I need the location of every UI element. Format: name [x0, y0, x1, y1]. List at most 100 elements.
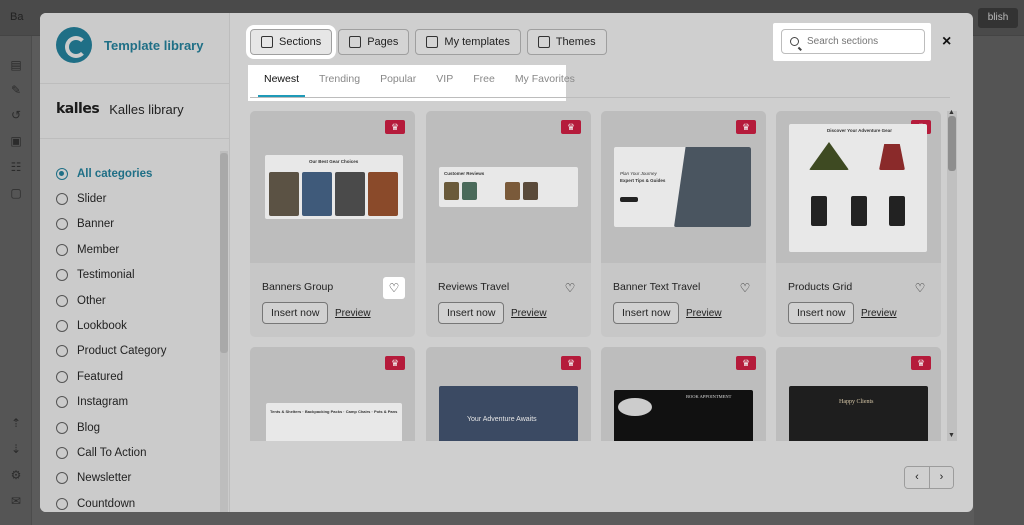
card-thumbnail[interactable]: Discover Your Adventure Gear	[776, 111, 941, 263]
preview-link[interactable]: Preview	[511, 308, 547, 319]
radio-button[interactable]	[56, 218, 68, 231]
tab-popular[interactable]: Popular	[370, 69, 426, 93]
category-item[interactable]: Member	[56, 237, 216, 262]
tab-newest[interactable]: Newest	[254, 69, 309, 97]
page-icon[interactable]: ▢	[9, 186, 23, 200]
brush-icon[interactable]: ✎	[9, 83, 23, 97]
background-sidebar: ▤ ✎ ↺ ▣ ☷ ▢ ⇡ ⇣ ⚙ ✉	[0, 36, 32, 525]
upload-icon[interactable]: ⇡	[9, 416, 23, 430]
category-item[interactable]: Newsletter	[56, 466, 216, 491]
thumbnail-title: Tents & Shelters · Backpacking Packs · C…	[270, 409, 398, 414]
tab-my-favorites[interactable]: My Favorites	[505, 69, 585, 93]
template-card: Plan Your Journey Expert Tips & Guides B…	[601, 111, 766, 337]
favorite-heart-icon[interactable]: ♡	[559, 277, 581, 299]
category-item[interactable]: Blog	[56, 415, 216, 440]
category-item[interactable]: Featured	[56, 364, 216, 389]
radio-button[interactable]	[56, 345, 68, 358]
previous-page-button[interactable]: ‹	[905, 467, 929, 488]
insert-now-button[interactable]: Insert now	[262, 302, 329, 324]
thumbnail-title: Discover Your Adventure Gear	[827, 128, 892, 133]
history-icon[interactable]: ↺	[9, 108, 23, 122]
preview-link[interactable]: Preview	[861, 308, 897, 319]
insert-now-button[interactable]: Insert now	[613, 302, 680, 324]
preview-link[interactable]: Preview	[686, 308, 722, 319]
thumbnail-preview: Plan Your Journey Expert Tips & Guides	[614, 147, 751, 227]
gear-icon[interactable]: ⚙	[9, 468, 23, 482]
radio-button[interactable]	[56, 446, 68, 459]
library-toolbar: Sections Pages My templates Themes	[245, 25, 607, 59]
template-card: Our Best Gear Choices Banners Group ♡ In…	[250, 111, 415, 337]
category-item[interactable]: Slider	[56, 186, 216, 211]
grid-scrollbar-thumb[interactable]	[948, 116, 956, 171]
scroll-down-icon[interactable]: ▼	[948, 432, 955, 439]
sidebar-scrollbar-thumb[interactable]	[220, 153, 228, 353]
back-link[interactable]: Ba	[10, 11, 23, 23]
page-icon	[349, 36, 362, 48]
search-input[interactable]	[807, 36, 907, 47]
card-thumbnail[interactable]: Tents & Shelters · Backpacking Packs · C…	[250, 347, 415, 441]
tab-trending[interactable]: Trending	[309, 69, 370, 93]
radio-button[interactable]	[56, 396, 68, 409]
next-page-button[interactable]: ›	[929, 467, 953, 488]
category-label: Slider	[77, 193, 107, 206]
radio-button[interactable]	[56, 370, 68, 383]
radio-button[interactable]	[56, 193, 68, 206]
radio-button[interactable]	[56, 421, 68, 434]
layers-icon[interactable]: ▣	[9, 134, 23, 148]
category-item[interactable]: Instagram	[56, 390, 216, 415]
category-item[interactable]: Product Category	[56, 339, 216, 364]
settings-icon[interactable]: ☷	[9, 160, 23, 174]
favorite-heart-icon[interactable]: ♡	[909, 277, 931, 299]
download-icon[interactable]: ⇣	[9, 442, 23, 456]
publish-button[interactable]: blish	[978, 8, 1018, 28]
tab-vip[interactable]: VIP	[426, 69, 463, 93]
card-thumbnail[interactable]: Your Adventure Awaits	[426, 347, 591, 441]
favorite-heart-icon[interactable]: ♡	[383, 277, 405, 299]
category-item[interactable]: Other	[56, 288, 216, 313]
category-list: All categories Slider Banner Member Testimon…	[56, 161, 216, 512]
library-selector[interactable]: kalles Kalles library	[56, 101, 184, 117]
library-header: Template library	[56, 27, 203, 63]
category-item[interactable]: All categories	[56, 161, 216, 186]
my-templates-button[interactable]: My templates	[415, 29, 521, 55]
category-label: Member	[77, 243, 120, 256]
category-item[interactable]: Lookbook	[56, 313, 216, 338]
card-thumbnail[interactable]: Plan Your Journey Expert Tips & Guides	[601, 111, 766, 263]
radio-button[interactable]	[56, 320, 68, 333]
radio-button[interactable]	[56, 167, 68, 180]
close-icon[interactable]: ×	[942, 33, 951, 51]
premium-crown-icon	[385, 356, 405, 370]
thumbnail-title: Your Adventure Awaits	[467, 416, 537, 423]
category-item[interactable]: Banner	[56, 212, 216, 237]
preview-link[interactable]: Preview	[335, 308, 371, 319]
search-field[interactable]	[781, 29, 925, 54]
radio-button[interactable]	[56, 294, 68, 307]
category-item[interactable]: Countdown	[56, 491, 216, 512]
card-thumbnail[interactable]: Customer Reviews	[426, 111, 591, 263]
favorite-heart-icon[interactable]: ♡	[734, 277, 756, 299]
sections-icon[interactable]: ▤	[9, 58, 23, 72]
card-thumbnail[interactable]: Happy Clients	[776, 347, 941, 441]
divider	[40, 138, 230, 139]
sections-button[interactable]: Sections	[245, 25, 337, 59]
radio-button[interactable]	[56, 269, 68, 282]
scroll-up-icon[interactable]: ▲	[948, 109, 955, 116]
pages-button[interactable]: Pages	[338, 29, 410, 55]
card-thumbnail[interactable]: Our Best Gear Choices	[250, 111, 415, 263]
radio-button[interactable]	[56, 497, 68, 510]
chat-icon[interactable]: ✉	[9, 494, 23, 508]
category-item[interactable]: Testimonial	[56, 263, 216, 288]
insert-now-button[interactable]: Insert now	[438, 302, 505, 324]
themes-button[interactable]: Themes	[526, 29, 607, 55]
library-sidebar: Template library kalles Kalles library A…	[40, 13, 230, 512]
tab-free[interactable]: Free	[463, 69, 505, 93]
card-thumbnail[interactable]: BOOK APPOINTMENT	[601, 347, 766, 441]
radio-button[interactable]	[56, 472, 68, 485]
insert-now-button[interactable]: Insert now	[788, 302, 855, 324]
category-item[interactable]: Call To Action	[56, 440, 216, 465]
thumbnail-title: Happy Clients	[839, 399, 874, 405]
category-label: Testimonial	[77, 269, 135, 282]
background-right-panel	[974, 36, 1024, 525]
radio-button[interactable]	[56, 243, 68, 256]
template-grid: Our Best Gear Choices Banners Group ♡ In…	[250, 111, 950, 441]
